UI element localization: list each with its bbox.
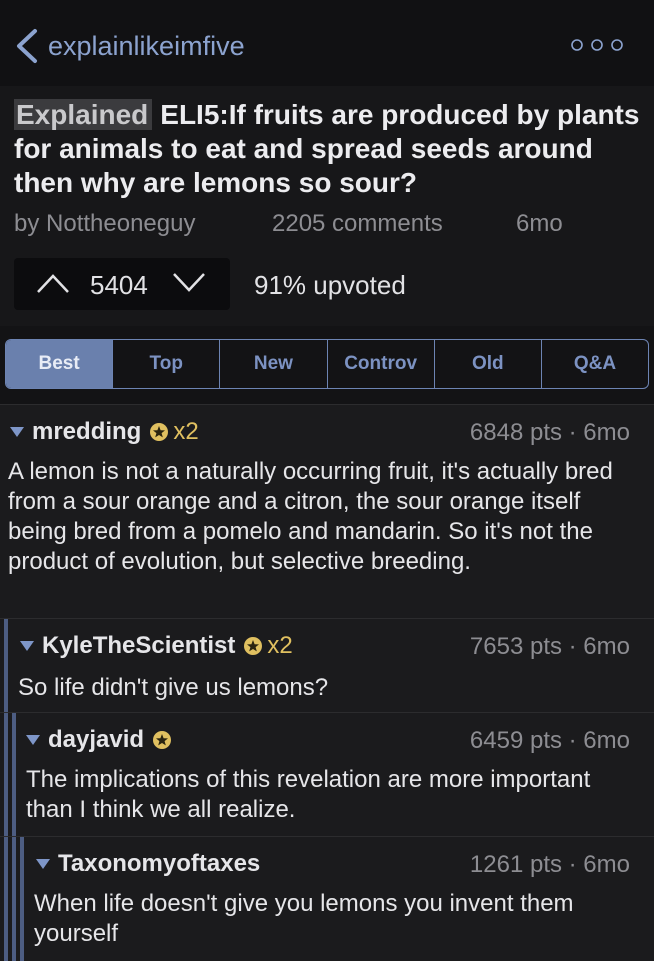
- tab-best[interactable]: Best: [6, 340, 113, 388]
- post-age: 6mo: [516, 210, 563, 237]
- gold-award-icon: [244, 637, 263, 655]
- comment-header: mredding x2: [10, 417, 199, 447]
- gold-award-icon: [153, 731, 172, 749]
- downvote-icon[interactable]: [172, 272, 206, 294]
- back-chevron-icon[interactable]: [14, 28, 40, 64]
- comment-text: The implications of this revelation are …: [26, 766, 591, 823]
- comment-taxonomyoftaxes[interactable]: Taxonomyoftaxes 1261 pts · 6mo When life…: [0, 836, 654, 961]
- upvote-percentage: 91% upvoted: [254, 270, 406, 300]
- comment-author[interactable]: Taxonomyoftaxes: [58, 850, 260, 878]
- comment-author[interactable]: dayjavid: [48, 726, 144, 754]
- post-header: Explained ELI5:If fruits are produced by …: [0, 86, 654, 327]
- post-flair[interactable]: Explained: [14, 99, 153, 130]
- thread-depth-bar: [12, 713, 16, 837]
- collapse-arrow-icon[interactable]: [20, 641, 34, 651]
- gold-count: x2: [267, 632, 293, 659]
- post-title: Explained ELI5:If fruits are produced by …: [14, 98, 640, 200]
- collapse-arrow-icon[interactable]: [26, 735, 40, 745]
- collapse-arrow-icon[interactable]: [36, 859, 50, 869]
- comment-header: dayjavid: [26, 725, 172, 755]
- gold-count: x2: [173, 418, 199, 445]
- subreddit-name[interactable]: explainlikeimfive: [48, 31, 245, 62]
- comment-header: KyleTheScientist x2: [20, 631, 293, 661]
- comment-points: 6848 pts · 6mo: [469, 419, 630, 446]
- comment-author[interactable]: KyleTheScientist: [42, 632, 235, 660]
- comment-points: 1261 pts · 6mo: [469, 851, 630, 878]
- comment-points: 6459 pts · 6mo: [469, 727, 630, 754]
- comment-text: When life doesn't give you lemons you in…: [34, 890, 574, 947]
- comment-mredding[interactable]: mredding x2 6848 pts · 6mo A lemon is no…: [0, 404, 654, 619]
- tab-top[interactable]: Top: [112, 340, 219, 388]
- post-author[interactable]: by Nottheoneguy: [14, 210, 195, 238]
- tab-new[interactable]: New: [219, 340, 326, 388]
- tab-qa[interactable]: Q&A: [540, 340, 648, 388]
- comment-text: A lemon is not a naturally occurring fru…: [8, 458, 613, 575]
- post-score: 5404: [90, 270, 148, 300]
- thread-depth-bar: [20, 837, 24, 961]
- top-bar: explainlikeimfive: [0, 0, 654, 87]
- sort-bar: Best Top New Controv Old Q&A: [0, 326, 654, 404]
- comment-text: So life didn't give us lemons?: [18, 674, 329, 701]
- comment-points: 7653 pts · 6mo: [469, 633, 630, 660]
- comment-header: Taxonomyoftaxes: [36, 849, 260, 879]
- gold-award-icon: [150, 423, 169, 441]
- collapse-arrow-icon[interactable]: [10, 427, 24, 437]
- tab-controversial[interactable]: Controv: [326, 340, 434, 388]
- tab-old[interactable]: Old: [433, 340, 541, 388]
- thread-depth-bar: [4, 619, 8, 713]
- thread-depth-bar: [4, 837, 8, 961]
- comment-dayjavid[interactable]: dayjavid 6459 pts · 6mo The implications…: [0, 712, 654, 837]
- comment-count[interactable]: 2205 comments: [272, 210, 443, 238]
- comment-author[interactable]: mredding: [32, 418, 141, 446]
- sort-tabs: Best Top New Controv Old Q&A: [5, 339, 649, 389]
- thread-depth-bar: [4, 713, 8, 837]
- comment-kyletheScientist[interactable]: KyleTheScientist x2 7653 pts · 6mo So li…: [0, 618, 654, 713]
- thread-depth-bar: [12, 837, 16, 961]
- vote-box: 5404: [14, 258, 230, 310]
- upvote-icon[interactable]: [36, 272, 70, 294]
- more-options-icon[interactable]: [570, 37, 624, 53]
